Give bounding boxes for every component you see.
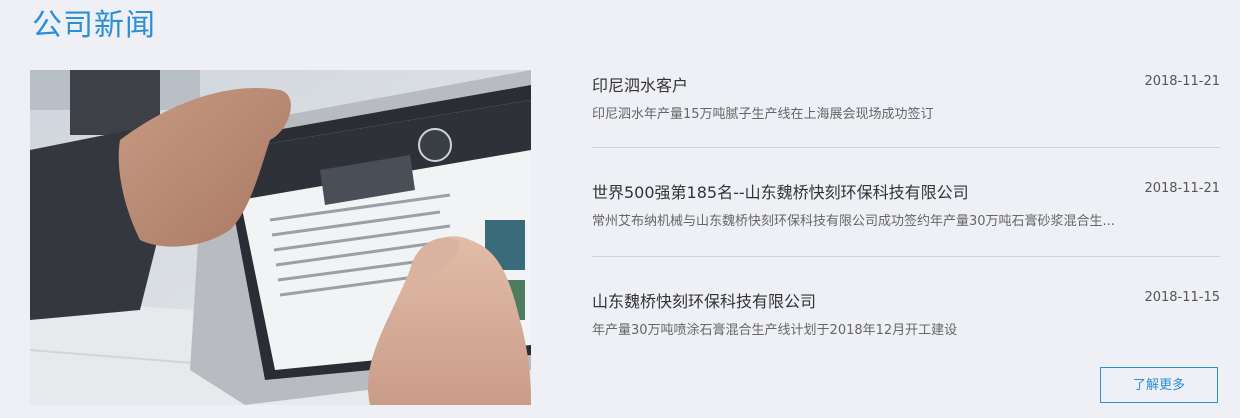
news-summary: 印尼泗水年产量15万吨腻子生产线在上海展会现场成功签订 xyxy=(592,107,934,122)
news-list: 印尼泗水客户 2018-11-21 印尼泗水年产量15万吨腻子生产线在上海展会现… xyxy=(592,70,1220,338)
tablet-photo-illustration xyxy=(30,70,531,405)
news-feature-image[interactable] xyxy=(30,70,531,405)
learn-more-button[interactable]: 了解更多 xyxy=(1100,367,1218,403)
section-title: 公司新闻 xyxy=(32,8,156,43)
news-summary: 常州艾布纳机械与山东魏桥快刻环保科技有限公司成功签约年产量30万吨石膏砂浆混合生… xyxy=(592,214,1115,229)
news-summary: 年产量30万吨喷涂石膏混合生产线计划于2018年12月开工建设 xyxy=(592,323,958,338)
news-title[interactable]: 山东魏桥快刻环保科技有限公司 xyxy=(592,288,816,312)
news-date: 2018-11-21 xyxy=(1144,74,1220,89)
news-title[interactable]: 世界500强第185名--山东魏桥快刻环保科技有限公司 xyxy=(592,179,969,203)
news-item[interactable]: 山东魏桥快刻环保科技有限公司 2018-11-15 年产量30万吨喷涂石膏混合生… xyxy=(592,257,1220,338)
news-item[interactable]: 印尼泗水客户 2018-11-21 印尼泗水年产量15万吨腻子生产线在上海展会现… xyxy=(592,70,1220,148)
news-date: 2018-11-21 xyxy=(1144,181,1220,196)
news-title[interactable]: 印尼泗水客户 xyxy=(592,72,688,96)
news-date: 2018-11-15 xyxy=(1144,290,1220,305)
news-item[interactable]: 世界500强第185名--山东魏桥快刻环保科技有限公司 2018-11-21 常… xyxy=(592,148,1220,257)
